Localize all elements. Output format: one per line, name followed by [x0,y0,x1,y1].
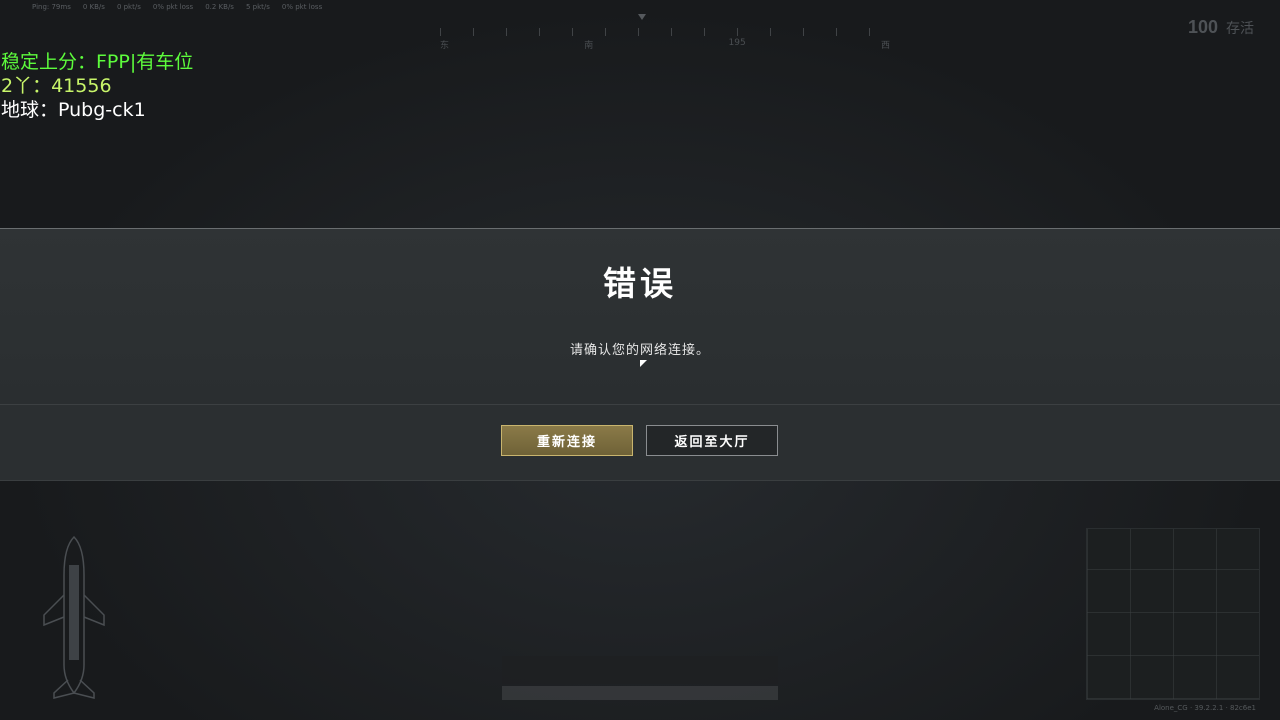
alive-label: 存活 [1226,19,1254,36]
compass-label: 南 [584,41,594,51]
send-pkts-stat: 5 pkt/s [245,3,270,11]
recv-kbps-stat: 0 KB/s [82,3,105,11]
network-stats: Ping: 79ms 0 KB/s 0 pkt/s 0% pkt loss 0.… [32,3,322,11]
send-loss-stat: 0% pkt loss [281,3,323,11]
overlay-line-1: 稳定上分：FPP|有车位 [1,51,194,73]
recv-pkts-stat: 0 pkt/s [116,3,141,11]
dialog-actions [0,404,1280,481]
compass: 东 南 195 西 [440,14,890,51]
reconnect-button[interactable]: 重新连接 [501,425,633,456]
mouse-cursor-icon [640,360,647,367]
version-label: Alone_CG · 39.2.2.1 · 82c6e1 [1154,704,1256,712]
return-to-lobby-button[interactable]: 返回至大厅 [646,425,778,456]
overlay-line-3: 地球：Pubg-ck1 [1,99,146,121]
ping-stat: Ping: 79ms [32,3,71,11]
error-dialog: 错误 请确认您的网络连接。 重新连接 返回至大厅 [0,228,1280,481]
inventory-panel [502,656,778,684]
compass-label: 东 [440,41,450,51]
overlay-line-2: 2丫：41556 [1,75,112,97]
send-kbps-stat: 0.2 KB/s [205,3,234,11]
minimap[interactable] [1086,528,1260,700]
compass-marker-icon [638,14,646,20]
stream-overlay: 稳定上分：FPP|有车位 2丫：41556 地球：Pubg-ck1 [1,50,193,122]
compass-ticks [440,28,890,36]
compass-label: 195 [728,38,746,48]
recv-loss-stat: 0% pkt loss [152,3,194,11]
airplane-icon [43,535,105,699]
dialog-message: 请确认您的网络连接。 [569,343,710,358]
alive-counter: 100 存活 [1188,17,1254,38]
game-screen: Ping: 79ms 0 KB/s 0 pkt/s 0% pkt loss 0.… [0,0,1280,720]
compass-label: 西 [880,41,890,51]
dialog-title: 错误 [603,264,677,303]
alive-count: 100 [1187,17,1218,37]
dialog-body: 错误 请确认您的网络连接。 [0,228,1280,405]
compass-labels: 东 南 195 西 [440,38,890,51]
health-bar [502,686,778,700]
